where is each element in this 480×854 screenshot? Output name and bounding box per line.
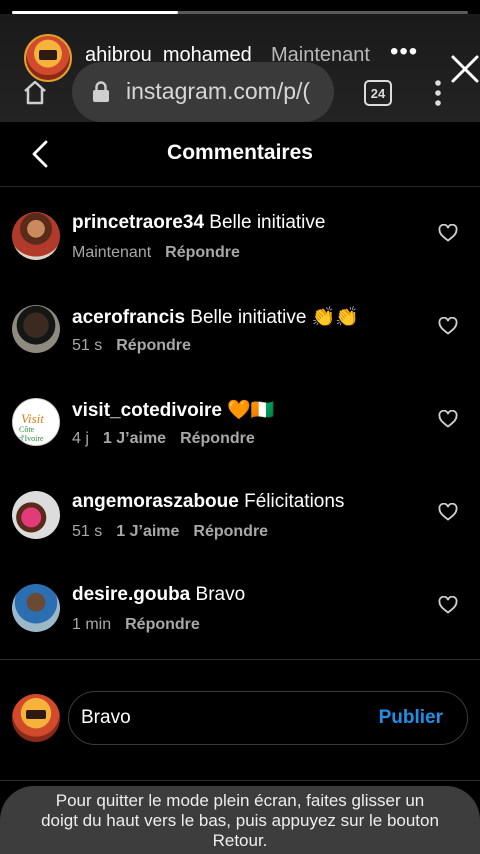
likes-count[interactable]: 1 J’aime [116,523,179,540]
comment-meta: 1 min Répondre [72,616,214,634]
comment-username[interactable]: visit_cotedivoire [72,400,222,421]
kebab-menu-icon[interactable] [429,78,447,108]
comment-body: Félicitations [244,491,345,512]
heart-icon[interactable] [438,596,458,614]
comment-text: visit_cotedivoire 🧡🇨🇮 [72,398,275,422]
comment-meta: Maintenant Répondre [72,244,254,262]
reply-button[interactable]: Répondre [180,430,255,447]
comments-header: Commentaires [0,123,480,187]
comment-body: Belle initiative [209,212,326,233]
comment-username[interactable]: desire.gouba [72,584,190,605]
publish-button[interactable]: Publier [379,707,443,729]
reply-button[interactable]: Répondre [116,337,191,354]
my-avatar [12,694,60,742]
avatar-logo-subtext: Côte d'Ivoire [19,425,44,443]
close-icon[interactable] [450,54,480,84]
comment-item: Visit Côte d'Ivoire visit_cotedivoire 🧡🇨… [0,394,480,487]
heart-icon[interactable] [438,503,458,521]
comment-username[interactable]: acerofrancis [72,307,185,328]
comment-text: desire.gouba Bravo [72,584,245,606]
comment-body: Bravo [195,584,246,605]
comment-text: acerofrancis Belle initiative 👏👏 [72,305,359,329]
story-more-button[interactable]: ••• [390,38,418,66]
comment-username[interactable]: angemoraszaboue [72,491,239,512]
heart-icon[interactable] [438,317,458,335]
lock-icon [93,81,109,102]
reply-button[interactable]: Répondre [125,616,200,633]
avatar[interactable] [12,305,60,353]
comment-input[interactable]: Bravo Publier [68,691,468,745]
heart-icon[interactable] [438,224,458,242]
toast-line: Retour. [212,831,268,850]
divider [0,780,480,781]
story-header: ahibrou_mohamed Maintenant ••• instagram… [0,14,480,122]
comment-item: princetraore34 Belle initiative Maintena… [0,208,480,301]
reply-button[interactable]: Répondre [165,244,240,261]
page-title: Commentaires [167,141,313,164]
comment-input-value[interactable]: Bravo [81,707,131,729]
avatar[interactable] [12,584,60,632]
comment-item: angemoraszaboue Félicitations 51 s 1 J’ai… [0,487,480,580]
url-text: instagram.com/p/( [126,78,311,104]
divider [0,659,480,660]
url-bar[interactable]: instagram.com/p/( [72,62,334,122]
comment-username[interactable]: princetraore34 [72,212,204,233]
comment-time: 1 min [72,616,112,633]
comment-time: Maintenant [72,244,152,261]
tabs-count-icon[interactable]: 24 [364,80,392,106]
toast-line: doigt du haut vers le bas, puis appuyez … [41,811,439,830]
comment-time: 51 s [72,523,103,540]
comment-text: princetraore34 Belle initiative [72,212,325,234]
comment-meta: 51 s Répondre [72,337,205,355]
likes-count[interactable]: 1 J’aime [103,430,166,447]
heart-icon[interactable] [438,410,458,428]
comment-text: angemoraszaboue Félicitations [72,491,344,513]
toast-line: Pour quitter le mode plein écran, faites… [55,791,425,810]
comment-item: acerofrancis Belle initiative 👏👏 51 s Rép… [0,301,480,394]
avatar[interactable]: Visit Côte d'Ivoire [12,398,60,446]
comment-meta: 51 s 1 J’aime Répondre [72,523,282,541]
avatar[interactable] [12,491,60,539]
home-icon[interactable] [22,78,48,106]
comment-time: 4 j [72,430,89,447]
comment-time: 51 s [72,337,103,354]
comment-body: Belle initiative 👏👏 [190,307,360,328]
comment-meta: 4 j 1 J’aime Répondre [72,430,269,448]
fullscreen-toast: Pour quitter le mode plein écran, faites… [0,786,480,854]
story-avatar[interactable] [24,34,72,82]
comment-body: 🧡🇨🇮 [227,400,275,421]
reply-button[interactable]: Répondre [193,523,268,540]
avatar[interactable] [12,212,60,260]
